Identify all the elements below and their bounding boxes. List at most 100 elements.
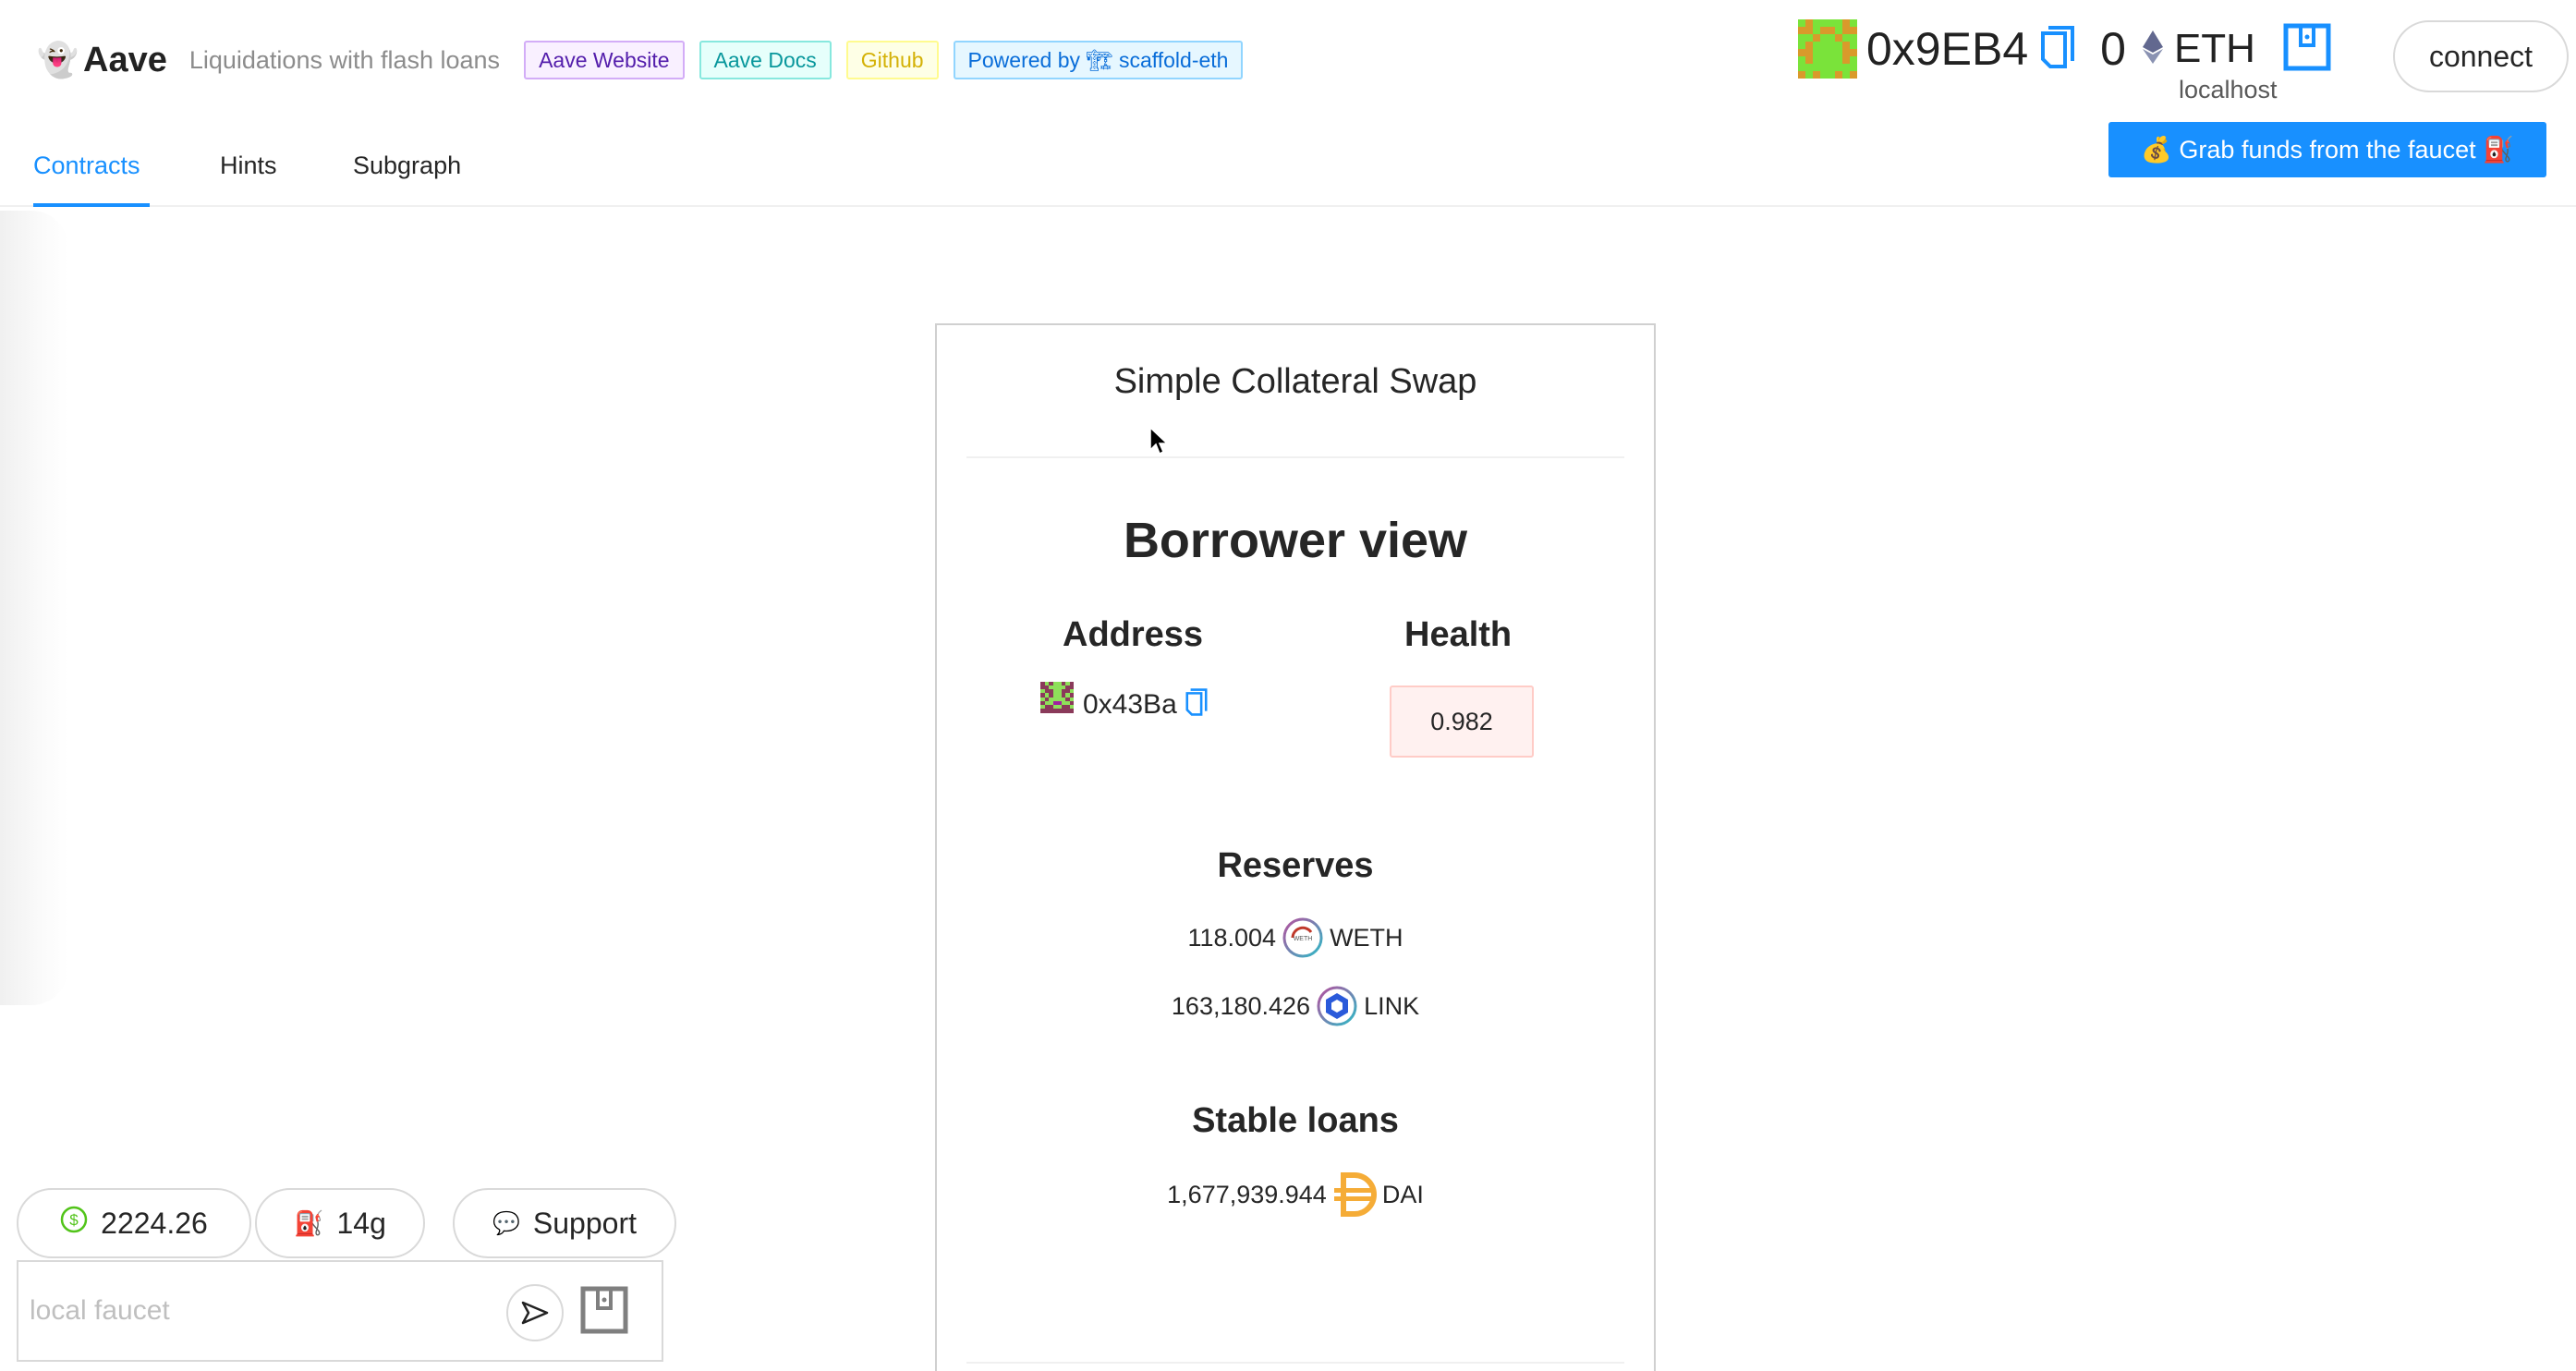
blockie-cell — [1850, 34, 1857, 42]
blockie-cell — [1820, 71, 1828, 79]
copy-address-icon[interactable] — [2039, 24, 2076, 75]
side-drawer-shadow — [0, 211, 68, 1005]
card-divider — [966, 1362, 1624, 1364]
gas-price-button[interactable]: ⛽️ 14g — [255, 1188, 425, 1258]
blockie-cell — [1835, 42, 1842, 49]
blockie-cell — [1798, 71, 1805, 79]
send-button[interactable] — [506, 1284, 564, 1341]
blockie-cell — [1820, 49, 1828, 56]
blockie-cell — [1805, 34, 1813, 42]
copy-address-icon[interactable] — [1185, 687, 1209, 722]
blockie-cell — [1850, 42, 1857, 49]
header-brand: 👻 Aave Liquidations with flash loans Aav… — [37, 37, 1244, 83]
blockie-cell — [1813, 19, 1820, 27]
blockie-cell — [1835, 49, 1842, 56]
reserve-amount: 163,180.426 — [1171, 991, 1311, 1020]
app-title: Aave — [83, 40, 167, 79]
github-link[interactable]: Github — [845, 41, 939, 79]
blockie-cell — [1805, 27, 1813, 34]
stable-loan-row: 1,677,939.944 DAI — [937, 1171, 1654, 1218]
reserve-row: 163,180.426 LINK — [937, 985, 1654, 1027]
blockie-cell — [1820, 56, 1828, 64]
app-root: 👻 Aave Liquidations with flash loans Aav… — [0, 0, 2576, 1371]
grab-faucet-funds-button[interactable]: 💰 Grab funds from the faucet ⛽️ — [2108, 122, 2546, 177]
blockie-cell — [1842, 64, 1850, 71]
stable-loans-heading: Stable loans — [1192, 1101, 1399, 1140]
blockie-cell — [1828, 71, 1835, 79]
reserves-heading: Reserves — [1217, 846, 1374, 885]
health-heading: Health — [1404, 615, 1513, 654]
faucet-address-input[interactable] — [30, 1280, 492, 1341]
tab-contracts[interactable]: Contracts — [33, 152, 140, 180]
account-address[interactable]: 0x9EB4 — [1866, 22, 2028, 76]
eth-price-value: 2224.26 — [101, 1206, 208, 1240]
tab-hints[interactable]: Hints — [220, 152, 277, 180]
account-area: 0x9EB4 0 ETH — [1798, 17, 2331, 81]
fuel-pump-icon: ⛽️ — [294, 1208, 324, 1237]
dai-token-icon — [1332, 1171, 1377, 1218]
blockie-cell — [1828, 42, 1835, 49]
blockie-cell — [1798, 56, 1805, 64]
eth-price-button[interactable]: $ 2224.26 — [17, 1188, 251, 1258]
loan-symbol: DAI — [1381, 1180, 1424, 1208]
collateral-swap-card: Simple Collateral Swap Borrower view Add… — [935, 323, 1656, 1371]
borrower-view-heading: Borrower view — [1123, 513, 1468, 568]
tab-subgraph[interactable]: Subgraph — [353, 152, 461, 180]
blockie-cell — [1850, 27, 1857, 34]
support-button[interactable]: 💬 Support — [453, 1188, 676, 1258]
support-label: Support — [532, 1206, 637, 1240]
aave-docs-link[interactable]: Aave Docs — [699, 41, 832, 79]
mouse-cursor-icon — [1149, 426, 1170, 461]
health-factor-badge: 0.982 — [1390, 686, 1534, 758]
svg-text:$: $ — [69, 1211, 79, 1229]
aave-website-link[interactable]: Aave Website — [524, 41, 685, 79]
send-icon — [521, 1301, 549, 1325]
blockie-cell — [1842, 27, 1850, 34]
blockie-cell — [1805, 49, 1813, 56]
reserve-amount: 118.004 — [1187, 923, 1277, 952]
blockie-cell — [1805, 56, 1813, 64]
blockie-cell — [1805, 64, 1813, 71]
card-divider — [966, 456, 1624, 458]
blockie-cell — [1850, 56, 1857, 64]
blockie-cell — [1798, 27, 1805, 34]
wallet-icon[interactable] — [2283, 23, 2331, 76]
active-tab-indicator — [33, 203, 150, 207]
borrower-address-text[interactable]: 0x43Ba — [1083, 689, 1177, 721]
weth-token-icon: WETH — [1282, 916, 1324, 959]
blockie-cell — [1820, 27, 1828, 34]
blockie-cell — [1842, 34, 1850, 42]
svg-text:WETH: WETH — [1294, 936, 1313, 942]
blockie-cell — [1813, 64, 1820, 71]
scaffold-eth-link[interactable]: Powered by 🏗 scaffold-eth — [953, 41, 1244, 79]
blockie-cell — [1798, 19, 1805, 27]
blockie-cell — [1069, 709, 1074, 713]
address-heading: Address — [1063, 615, 1204, 654]
borrower-address: 0x43Ba — [1040, 681, 1209, 722]
link-tags: Aave Website Aave Docs Github Powered by… — [524, 41, 1244, 79]
blockie-cell — [1835, 27, 1842, 34]
reserve-symbol: LINK — [1364, 991, 1420, 1020]
wallet-icon[interactable] — [580, 1286, 628, 1339]
blockie-cell — [1805, 71, 1813, 79]
blockie-cell — [1828, 27, 1835, 34]
blockie-cell — [1813, 42, 1820, 49]
speech-bubble-icon: 💬 — [492, 1210, 520, 1236]
borrower-blockie-avatar — [1040, 681, 1074, 713]
connect-button[interactable]: connect — [2393, 20, 2569, 92]
blockie-cell — [1813, 34, 1820, 42]
blockie-cell — [1820, 34, 1828, 42]
blockie-cell — [1805, 42, 1813, 49]
reserve-row: 118.004 WETH WETH — [937, 916, 1654, 959]
blockie-cell — [1835, 34, 1842, 42]
gas-price-value: 14g — [336, 1206, 386, 1240]
blockie-cell — [1798, 49, 1805, 56]
blockie-cell — [1842, 19, 1850, 27]
blockie-cell — [1842, 71, 1850, 79]
app-subtitle: Liquidations with flash loans — [188, 45, 501, 74]
blockie-cell — [1828, 49, 1835, 56]
local-faucet-form — [17, 1260, 663, 1362]
ghost-logo-icon: 👻 — [37, 41, 79, 79]
blockie-cell — [1850, 19, 1857, 27]
blockie-cell — [1835, 56, 1842, 64]
